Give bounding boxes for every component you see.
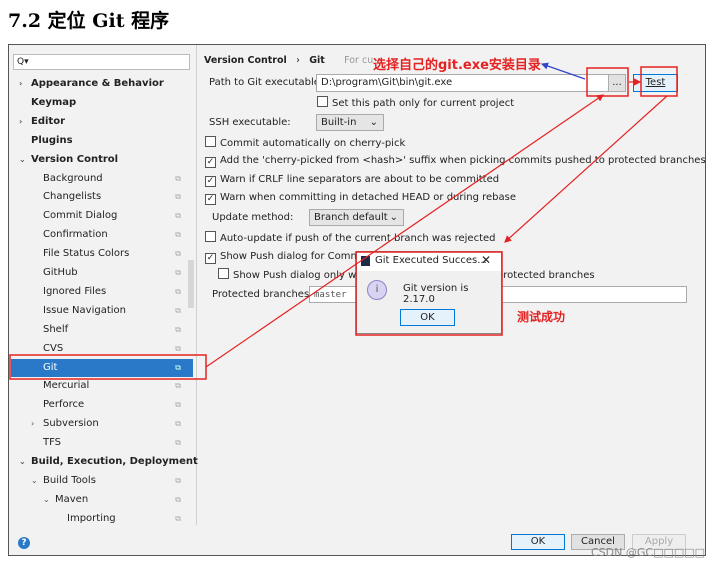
- git-item-highlight: [9, 354, 207, 380]
- arrow-git-to-browse: [205, 94, 604, 368]
- arrow-to-annotation: [540, 62, 586, 80]
- test-highlight: [640, 66, 678, 97]
- arrow-test-to-result: [504, 95, 668, 243]
- browse-highlight: [586, 67, 629, 97]
- dialog-highlight: [355, 251, 503, 336]
- annotation-overlay: [9, 62, 678, 380]
